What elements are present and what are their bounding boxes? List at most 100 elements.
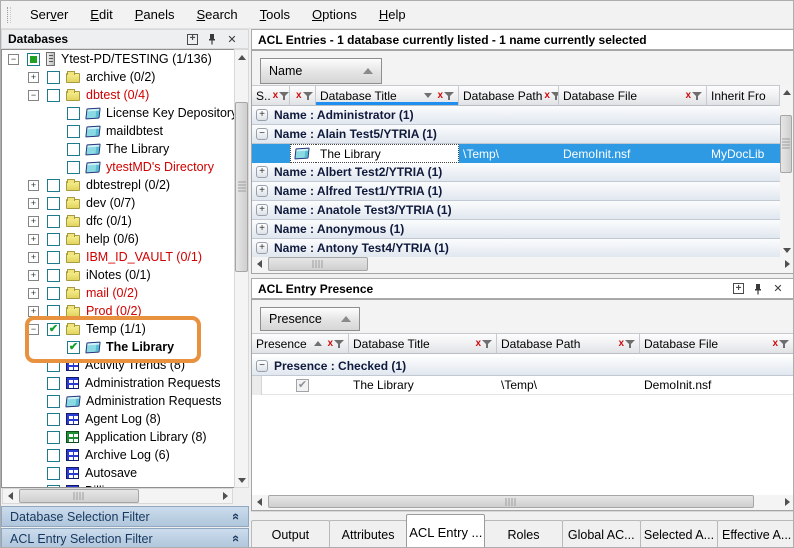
scrollbar-thumb[interactable] — [235, 102, 248, 272]
tree-checkbox[interactable] — [47, 71, 60, 84]
tab-output[interactable]: Output — [251, 520, 330, 548]
tree-checkbox[interactable] — [47, 233, 60, 246]
acl-column-header-blank[interactable]: x — [290, 85, 316, 106]
tree-checkbox[interactable] — [67, 143, 80, 156]
tree-item[interactable]: −Temp (1/1) — [2, 320, 248, 338]
tab-effective-a[interactable]: Effective A... — [717, 520, 794, 548]
tab-global-ac[interactable]: Global AC... — [562, 520, 641, 548]
expand-icon[interactable]: + — [256, 166, 268, 178]
tree-item[interactable]: The Library — [2, 338, 248, 356]
scrollbar-thumb[interactable] — [19, 489, 139, 503]
acl-column-header-inherit-fro[interactable]: Inherit Fro — [707, 85, 780, 106]
expand-icon[interactable]: + — [256, 223, 268, 235]
scrollbar-thumb[interactable] — [268, 495, 754, 508]
tree-vertical-scrollbar[interactable] — [234, 49, 249, 488]
filter-icon[interactable]: x — [685, 91, 702, 101]
tree-checkbox[interactable] — [47, 287, 60, 300]
group-row[interactable]: −Presence : Checked (1) — [252, 357, 794, 376]
tree-item[interactable]: +IBM_ID_VAULT (0/1) — [2, 248, 248, 266]
close-panel-icon[interactable]: ✕ — [772, 283, 784, 295]
database-file-cell[interactable]: DemoInit.nsf — [640, 376, 794, 395]
tree-checkbox[interactable] — [47, 377, 60, 390]
expand-icon[interactable]: + — [28, 288, 39, 299]
group-by-presence-button[interactable]: Presence — [260, 307, 360, 331]
collapse-icon[interactable]: − — [28, 324, 39, 335]
database-path-cell[interactable]: \Temp\ — [459, 144, 559, 163]
tree-checkbox[interactable] — [67, 341, 80, 354]
grid-horizontal-scrollbar[interactable] — [252, 257, 794, 273]
tree-checkbox[interactable] — [47, 251, 60, 264]
collapse-icon[interactable]: − — [8, 54, 19, 65]
tree-item[interactable]: License Key Depository — [2, 104, 248, 122]
tree-item[interactable]: +archive (0/2) — [2, 68, 248, 86]
database-tree[interactable]: −Ytest-PD/TESTING (1/136)+archive (0/2)−… — [1, 49, 249, 488]
group-by-name-button[interactable]: Name — [260, 58, 382, 84]
filter-icon[interactable]: x — [618, 339, 635, 349]
presence-data-row[interactable]: The Library\Temp\DemoInit.nsf — [252, 376, 794, 395]
acl-column-header-database-file[interactable]: Database Filex — [559, 85, 707, 106]
acl-column-header-database-path[interactable]: Database Pathx — [459, 85, 559, 106]
tree-item[interactable]: +Prod (0/2) — [2, 302, 248, 320]
grid-vertical-scrollbar[interactable] — [780, 85, 794, 257]
collapse-icon[interactable]: − — [256, 360, 268, 372]
tree-item[interactable]: +dev (0/7) — [2, 194, 248, 212]
expand-icon[interactable]: + — [28, 198, 39, 209]
group-row[interactable]: +Name : Albert Test2/YTRIA (1) — [252, 163, 780, 182]
selected-data-row[interactable]: The Library\Temp\DemoInit.nsfMyDocLib — [252, 144, 780, 163]
tree-checkbox[interactable] — [47, 323, 60, 336]
tree-item[interactable]: Administration Requests — [2, 374, 248, 392]
menu-item-help[interactable]: Help — [368, 3, 417, 26]
tree-item[interactable]: +dfc (0/1) — [2, 212, 248, 230]
acl-column-header-s-[interactable]: S..x — [252, 85, 290, 106]
maximize-panel-icon[interactable]: + — [733, 283, 744, 294]
column-dropdown-icon[interactable] — [424, 93, 432, 98]
expand-icon[interactable]: + — [256, 242, 268, 254]
scroll-right-button[interactable] — [218, 489, 232, 503]
group-row[interactable]: −Name : Alain Test5/YTRIA (1) — [252, 125, 780, 144]
grid-horizontal-scrollbar[interactable] — [252, 495, 794, 510]
tree-item[interactable]: ytestMD's Directory — [2, 158, 248, 176]
toolbar-grip[interactable] — [7, 7, 11, 23]
tree-item[interactable]: The Library — [2, 140, 248, 158]
tree-checkbox[interactable] — [27, 53, 40, 66]
filter-icon[interactable]: x — [475, 339, 492, 349]
tree-item[interactable]: +help (0/6) — [2, 230, 248, 248]
menu-item-tools[interactable]: Tools — [249, 3, 301, 26]
database-file-cell[interactable]: DemoInit.nsf — [559, 144, 707, 163]
tree-checkbox[interactable] — [47, 89, 60, 102]
tree-item[interactable]: Autosave — [2, 464, 248, 482]
expand-icon[interactable]: + — [256, 185, 268, 197]
database-path-cell[interactable]: \Temp\ — [497, 376, 640, 395]
filter-icon[interactable]: x — [273, 91, 290, 101]
scroll-left-button[interactable] — [252, 495, 266, 509]
expand-icon[interactable]: + — [28, 216, 39, 227]
tree-item[interactable]: Agent Log (8) — [2, 410, 248, 428]
tree-checkbox[interactable] — [67, 125, 80, 138]
group-row[interactable]: +Name : Administrator (1) — [252, 106, 780, 125]
tab-acl-entry[interactable]: ACL Entry ... — [406, 514, 485, 548]
scroll-left-button[interactable] — [252, 257, 266, 271]
filter-icon[interactable]: x — [296, 91, 313, 101]
filter-icon[interactable]: x — [327, 339, 344, 349]
group-row[interactable]: +Name : Anonymous (1) — [252, 220, 780, 239]
database-selection-filter-bar[interactable]: Database Selection Filter « — [1, 506, 249, 527]
collapse-icon[interactable]: − — [256, 128, 268, 140]
scrollbar-thumb[interactable] — [268, 257, 368, 271]
menu-item-panels[interactable]: Panels — [124, 3, 186, 26]
tree-checkbox[interactable] — [47, 179, 60, 192]
row-icon-cell[interactable] — [290, 144, 316, 163]
tree-item[interactable]: +dbtestrepl (0/2) — [2, 176, 248, 194]
scroll-up-button[interactable] — [780, 85, 794, 99]
expand-icon[interactable]: + — [28, 72, 39, 83]
acl-entry-selection-filter-bar[interactable]: ACL Entry Selection Filter « — [1, 528, 249, 548]
scroll-down-button[interactable] — [780, 243, 794, 257]
expand-icon[interactable]: + — [28, 180, 39, 191]
tree-horizontal-scrollbar[interactable] — [2, 488, 233, 504]
presence-column-header-database-title[interactable]: Database Titlex — [349, 333, 497, 354]
acl-column-header-database-title[interactable]: Database Titlex — [316, 85, 459, 106]
filter-icon[interactable]: x — [437, 91, 454, 101]
group-row[interactable]: +Name : Antony Test4/YTRIA (1) — [252, 239, 780, 257]
filter-icon[interactable]: x — [544, 91, 559, 101]
expand-icon[interactable]: + — [28, 306, 39, 317]
tree-item[interactable]: Application Library (8) — [2, 428, 248, 446]
